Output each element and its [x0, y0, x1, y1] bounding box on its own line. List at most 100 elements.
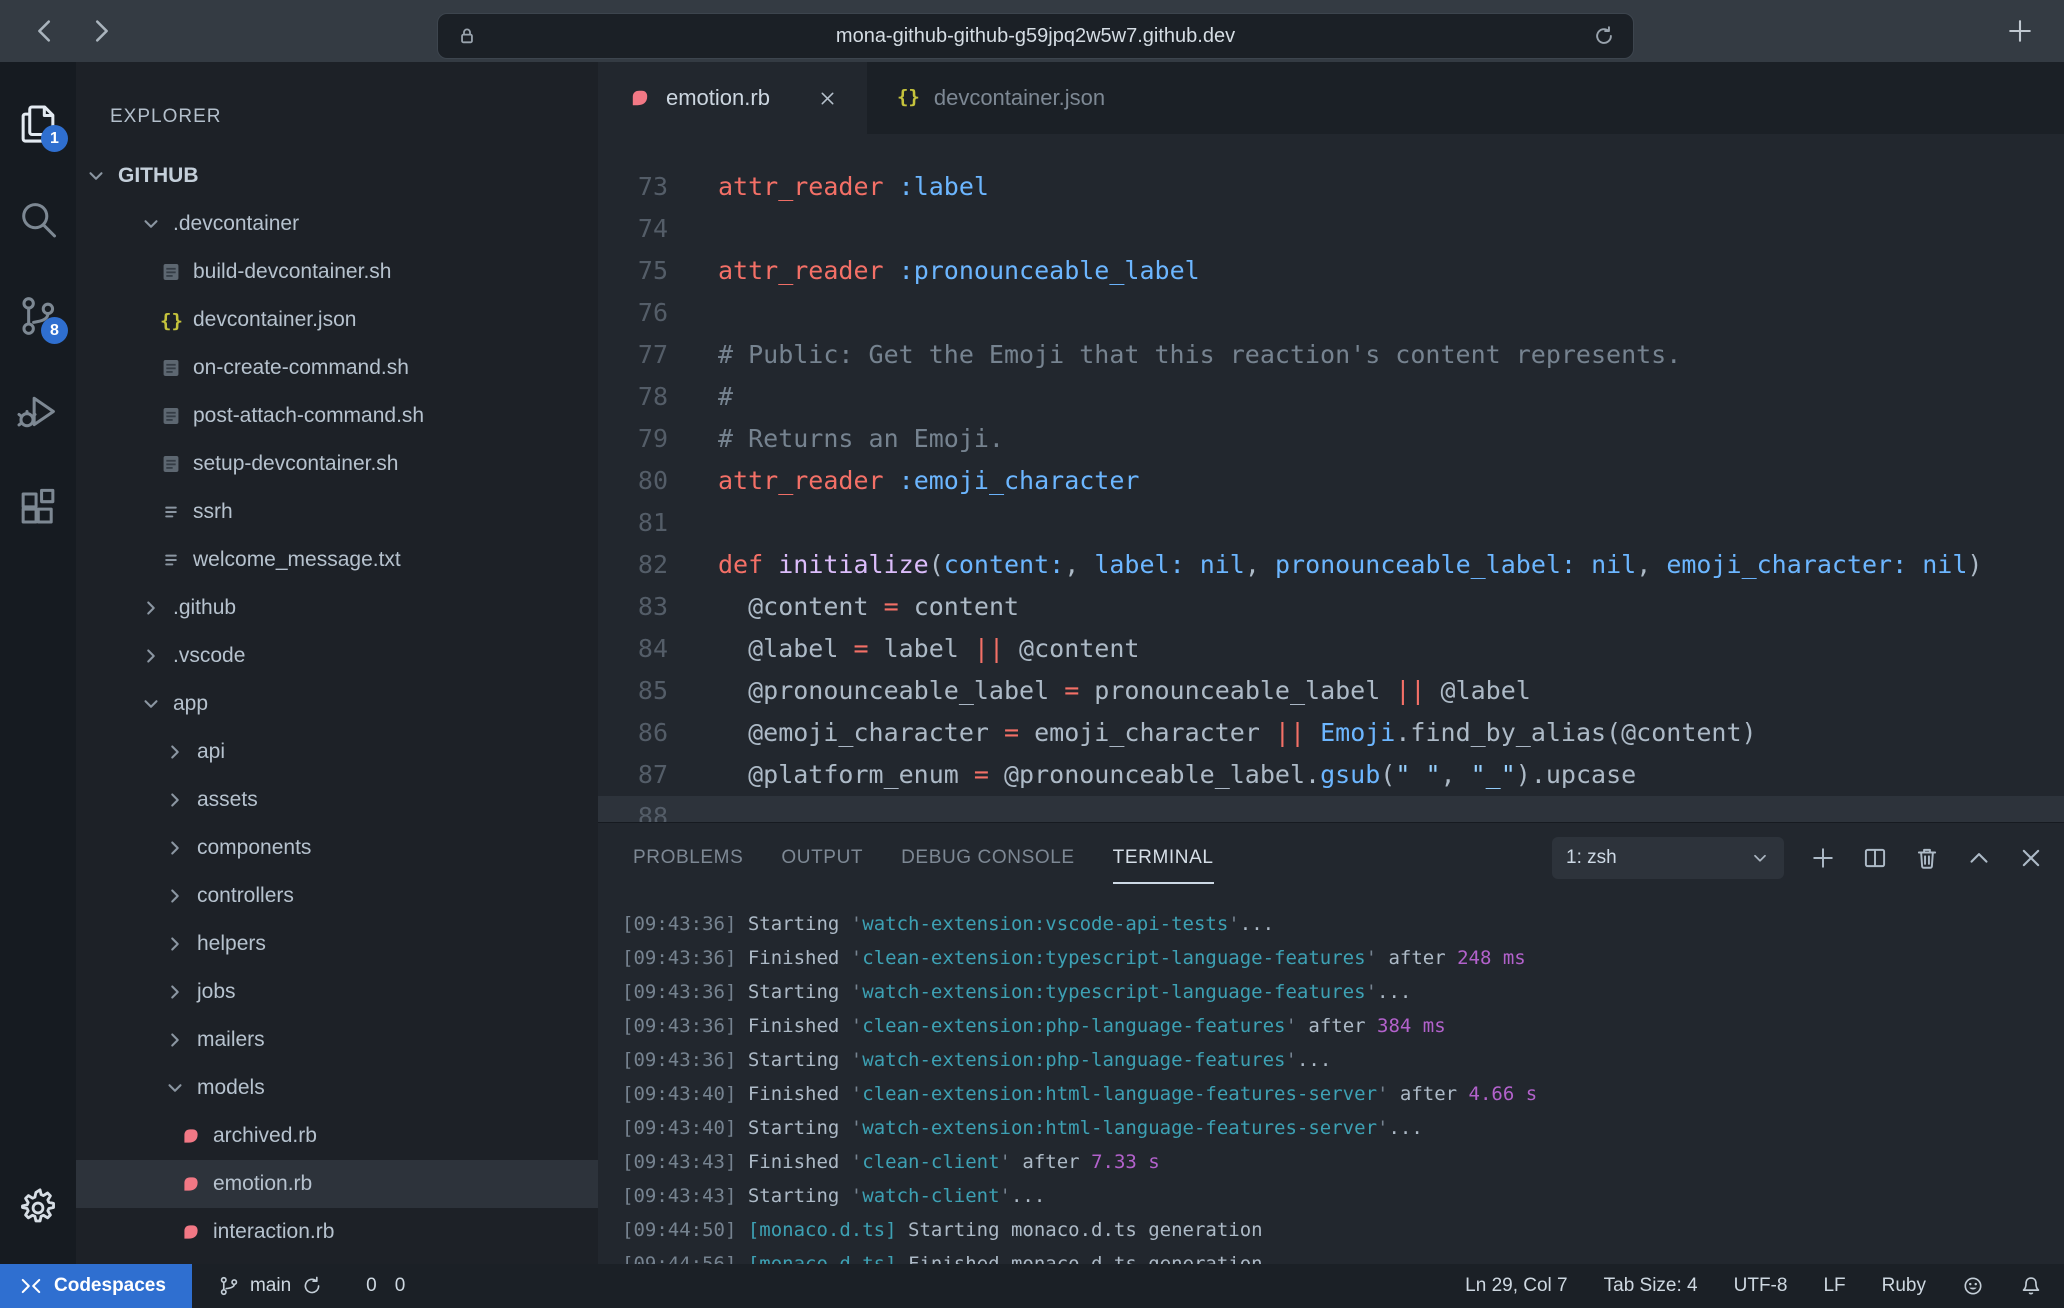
tree-item-helpers[interactable]: helpers: [76, 920, 598, 968]
tree-item-controllers[interactable]: controllers: [76, 872, 598, 920]
tree-item-api[interactable]: api: [76, 728, 598, 776]
code-line-74[interactable]: 74: [598, 208, 2064, 250]
code-line-77[interactable]: 77# Public: Get the Emoji that this reac…: [598, 334, 2064, 376]
tree-item--devcontainer[interactable]: .devcontainer: [76, 200, 598, 248]
line-number: 80: [598, 460, 668, 502]
activity-extensions[interactable]: [16, 486, 60, 530]
tree-item-archived-rb[interactable]: archived.rb: [76, 1112, 598, 1160]
code-editor[interactable]: 73attr_reader :label7475attr_reader :pro…: [598, 134, 2064, 822]
language-mode[interactable]: Ruby: [1882, 1275, 1926, 1297]
codespaces-remote-button[interactable]: Codespaces: [0, 1264, 192, 1308]
encoding-indicator[interactable]: UTF-8: [1734, 1275, 1788, 1297]
split-terminal-button[interactable]: [1862, 845, 1888, 871]
tree-item-post-attach-command-sh[interactable]: post-attach-command.sh: [76, 392, 598, 440]
panel-tab-debug-console[interactable]: DEBUG CONSOLE: [901, 847, 1075, 869]
tree-item-welcome-message-txt[interactable]: welcome_message.txt: [76, 536, 598, 584]
tree-item--github[interactable]: .github: [76, 584, 598, 632]
sh-file-icon: [160, 405, 182, 427]
address-bar[interactable]: mona-github-github-g59jpq2w5w7.github.de…: [437, 13, 1634, 59]
terminal-output[interactable]: [09:43:36] Starting 'watch-extension:vsc…: [598, 893, 2064, 1264]
chevron-right-icon: [164, 933, 186, 955]
close-icon[interactable]: [818, 89, 837, 108]
code-text: [668, 796, 718, 822]
panel-tab-terminal[interactable]: TERMINAL: [1113, 847, 1214, 869]
line-number: 78: [598, 376, 668, 418]
code-line-82[interactable]: 82def initialize(content:, label: nil, p…: [598, 544, 2064, 586]
code-line-79[interactable]: 79# Returns an Emoji.: [598, 418, 2064, 460]
tab-size-indicator[interactable]: Tab Size: 4: [1604, 1275, 1698, 1297]
code-line-88[interactable]: 88: [598, 796, 2064, 822]
tree-item-setup-devcontainer-sh[interactable]: setup-devcontainer.sh: [76, 440, 598, 488]
code-line-78[interactable]: 78#: [598, 376, 2064, 418]
line-number: 87: [598, 754, 668, 796]
code-line-75[interactable]: 75attr_reader :pronounceable_label: [598, 250, 2064, 292]
code-line-85[interactable]: 85 @pronounceable_label = pronounceable_…: [598, 670, 2064, 712]
tree-item-jobs[interactable]: jobs: [76, 968, 598, 1016]
code-line-84[interactable]: 84 @label = label || @content: [598, 628, 2064, 670]
forward-icon: [86, 16, 116, 46]
tree-item-on-create-command-sh[interactable]: on-create-command.sh: [76, 344, 598, 392]
activity-explorer[interactable]: 1: [16, 102, 60, 146]
tree-root-github[interactable]: GITHUB: [76, 152, 598, 200]
code-line-86[interactable]: 86 @emoji_character = emoji_character ||…: [598, 712, 2064, 754]
maximize-panel-button[interactable]: [1966, 845, 1992, 871]
terminal-shell-select[interactable]: 1: zsh: [1552, 837, 1784, 879]
back-button[interactable]: [30, 16, 60, 46]
tab-emotion-rb[interactable]: emotion.rb: [598, 62, 867, 134]
panel-tab-problems[interactable]: PROBLEMS: [633, 847, 743, 869]
notifications-button[interactable]: [2020, 1275, 2042, 1297]
forward-button[interactable]: [86, 16, 116, 46]
code-line-83[interactable]: 83 @content = content: [598, 586, 2064, 628]
code-line-81[interactable]: 81: [598, 502, 2064, 544]
terminal-line-9: [09:43:43] Starting 'watch-client'...: [622, 1179, 2064, 1213]
kill-terminal-button[interactable]: [1914, 845, 1940, 871]
panel-tab-output[interactable]: OUTPUT: [781, 847, 863, 869]
tree-item-models[interactable]: models: [76, 1064, 598, 1112]
refresh-icon[interactable]: [1593, 25, 1615, 47]
tree-item-build-devcontainer-sh[interactable]: build-devcontainer.sh: [76, 248, 598, 296]
settings-button[interactable]: [16, 1186, 60, 1230]
eol-indicator[interactable]: LF: [1823, 1275, 1845, 1297]
tree-item-label: jobs: [197, 980, 236, 1004]
terminal-line-4: [09:43:36] Finished 'clean-extension:php…: [622, 1009, 2064, 1043]
tree-item-mailers[interactable]: mailers: [76, 1016, 598, 1064]
tree-item-components[interactable]: components: [76, 824, 598, 872]
chevron-up-icon: [1966, 845, 1992, 871]
branch-indicator[interactable]: main: [218, 1275, 323, 1297]
activity-source-control[interactable]: 8: [16, 294, 60, 338]
cursor-position[interactable]: Ln 29, Col 7: [1465, 1275, 1567, 1297]
tree-item-ssrh[interactable]: ssrh: [76, 488, 598, 536]
gear-icon: [16, 1186, 60, 1230]
bottom-panel: PROBLEMS OUTPUT DEBUG CONSOLE TERMINAL 1…: [598, 822, 2064, 1264]
problems-indicator[interactable]: 0 0: [357, 1275, 405, 1297]
chevron-right-icon: [140, 597, 162, 619]
run-debug-icon: [16, 390, 60, 434]
feedback-button[interactable]: [1962, 1275, 1984, 1297]
split-icon: [1862, 845, 1888, 871]
browser-bar: mona-github-github-g59jpq2w5w7.github.de…: [0, 0, 2064, 62]
tab-devcontainer-json[interactable]: {} devcontainer.json: [867, 62, 1135, 134]
activity-search[interactable]: [16, 198, 60, 242]
tree-item-app[interactable]: app: [76, 680, 598, 728]
new-tab-button[interactable]: [2006, 17, 2034, 45]
tree-item-emotion-rb[interactable]: emotion.rb: [76, 1160, 598, 1208]
code-line-80[interactable]: 80attr_reader :emoji_character: [598, 460, 2064, 502]
tree-item-assets[interactable]: assets: [76, 776, 598, 824]
tree-item-devcontainer-json[interactable]: {}devcontainer.json: [76, 296, 598, 344]
plus-icon: [1810, 845, 1836, 871]
code-line-73[interactable]: 73attr_reader :label: [598, 166, 2064, 208]
tree-item-interaction-rb[interactable]: interaction.rb: [76, 1208, 598, 1256]
codespaces-label: Codespaces: [54, 1275, 166, 1297]
workbench: 1 8: [0, 62, 2064, 1264]
close-panel-button[interactable]: [2018, 845, 2044, 871]
line-number: 81: [598, 502, 668, 544]
tree-item--vscode[interactable]: .vscode: [76, 632, 598, 680]
code-line-87[interactable]: 87 @platform_enum = @pronounceable_label…: [598, 754, 2064, 796]
tree-item-label: setup-devcontainer.sh: [193, 452, 398, 476]
git-branch-icon: [218, 1275, 240, 1297]
activity-run-debug[interactable]: [16, 390, 60, 434]
line-number: 79: [598, 418, 668, 460]
chevron-right-icon: [164, 789, 186, 811]
new-terminal-button[interactable]: [1810, 845, 1836, 871]
code-line-76[interactable]: 76: [598, 292, 2064, 334]
